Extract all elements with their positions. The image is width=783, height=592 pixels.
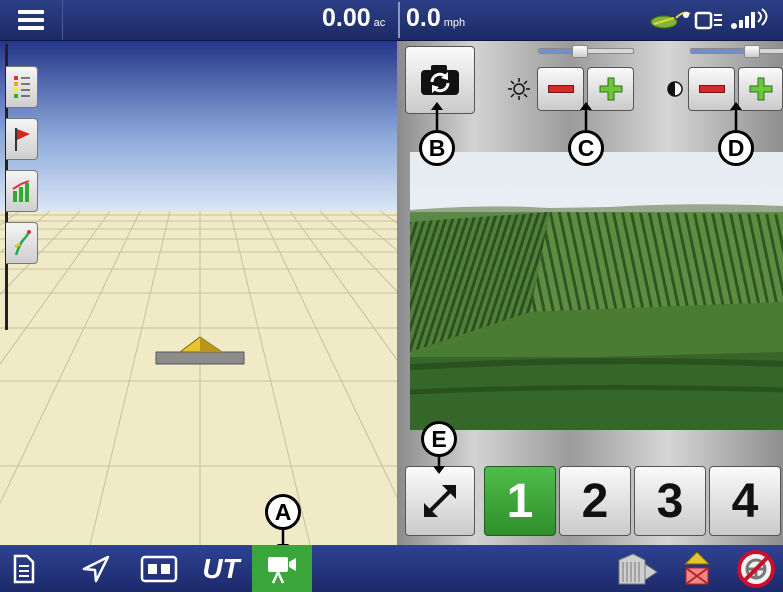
callout-c: C bbox=[568, 130, 604, 166]
product-button[interactable] bbox=[612, 545, 662, 592]
callout-d: D bbox=[718, 130, 754, 166]
callout-b: B bbox=[419, 130, 455, 166]
camera-icon bbox=[268, 556, 296, 584]
callout-pointers bbox=[277, 102, 742, 552]
product-bin-icon bbox=[618, 552, 658, 584]
split-view-button[interactable] bbox=[134, 545, 184, 592]
navigation-button[interactable] bbox=[74, 545, 118, 592]
ut-icon: UT bbox=[202, 552, 240, 584]
callout-e: E bbox=[421, 421, 457, 457]
steering-button[interactable] bbox=[730, 545, 782, 592]
headland-alert-button[interactable] bbox=[674, 545, 720, 592]
steering-disabled-icon bbox=[737, 549, 775, 588]
camera-view-button[interactable] bbox=[252, 545, 312, 592]
navigation-icon bbox=[82, 555, 110, 582]
universal-terminal-button[interactable]: UT bbox=[196, 545, 246, 592]
headland-alert-icon bbox=[683, 550, 711, 585]
callout-a: A bbox=[265, 494, 301, 530]
bottom-toolbar: UT bbox=[0, 545, 783, 592]
reports-button[interactable] bbox=[2, 545, 46, 592]
document-icon bbox=[13, 554, 35, 583]
split-view-icon bbox=[140, 555, 178, 582]
